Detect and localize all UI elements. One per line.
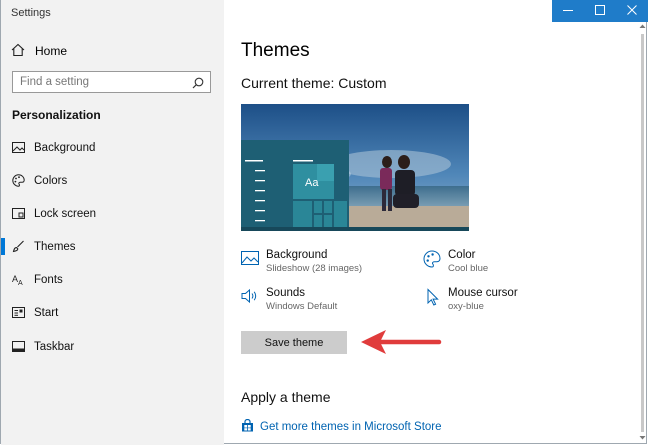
property-sounds[interactable]: Sounds Windows Default: [241, 286, 337, 314]
property-background[interactable]: Background Slideshow (28 images): [241, 248, 362, 276]
home-label: Home: [35, 44, 68, 58]
minimize-icon: [563, 2, 573, 20]
property-value: oxy-blue: [448, 301, 484, 312]
svg-text:A: A: [18, 280, 23, 286]
sidebar-item-taskbar[interactable]: Taskbar: [1, 330, 224, 363]
property-label: Sounds: [266, 287, 306, 299]
apply-theme-heading: Apply a theme: [241, 389, 331, 405]
settings-window: Settings Home Find a setting Personaliza…: [0, 0, 648, 445]
store-themes-link[interactable]: Get more themes in Microsoft Store: [241, 418, 442, 435]
search-icon[interactable]: [192, 76, 204, 94]
page-title: Themes: [241, 40, 310, 61]
cursor-icon: [423, 288, 441, 306]
brush-icon: [11, 240, 25, 254]
palette-icon: [11, 174, 25, 188]
app-title: Settings: [11, 7, 51, 19]
maximize-button[interactable]: [584, 0, 616, 22]
close-button[interactable]: [616, 0, 648, 22]
property-label: Mouse cursor: [448, 287, 518, 299]
sidebar-item-themes[interactable]: Themes: [1, 230, 224, 263]
close-icon: [627, 2, 637, 20]
title-bar: [225, 0, 648, 22]
sidebar-item-label: Themes: [34, 240, 76, 253]
save-theme-button[interactable]: Save theme: [241, 331, 347, 354]
picture-icon: [241, 250, 259, 268]
sidebar: Settings Home Find a setting Personaliza…: [1, 0, 224, 445]
speaker-icon: [241, 288, 259, 306]
sidebar-item-lock-screen[interactable]: Lock screen: [1, 197, 224, 230]
sidebar-item-label: Start: [34, 306, 59, 319]
start-icon: [11, 306, 25, 320]
sidebar-item-label: Background: [34, 141, 96, 154]
font-icon: AA: [11, 273, 25, 287]
sidebar-item-background[interactable]: Background: [1, 131, 224, 164]
preview-sample-text: Aa: [305, 177, 319, 189]
theme-preview-image: Aa: [241, 104, 469, 231]
property-label: Background: [266, 249, 328, 261]
current-theme-heading: Current theme: Custom: [241, 75, 387, 91]
sidebar-item-label: Colors: [34, 174, 68, 187]
property-label: Color: [448, 249, 476, 261]
store-link-label: Get more themes in Microsoft Store: [260, 421, 442, 433]
sidebar-item-label: Lock screen: [34, 207, 97, 220]
property-value: Cool blue: [448, 263, 489, 274]
sidebar-item-start[interactable]: Start: [1, 296, 224, 329]
property-value: Windows Default: [266, 301, 338, 312]
theme-preview: Aa: [241, 104, 469, 231]
store-bag-icon: [241, 418, 260, 435]
taskbar-icon: [11, 340, 25, 354]
maximize-icon: [595, 2, 605, 20]
sidebar-item-label: Taskbar: [34, 340, 75, 353]
picture-icon: [11, 141, 25, 155]
sidebar-item-colors[interactable]: Colors: [1, 164, 224, 197]
search-input[interactable]: Find a setting: [12, 71, 211, 93]
sidebar-item-fonts[interactable]: AA Fonts: [1, 263, 224, 296]
property-value: Slideshow (28 images): [266, 263, 363, 274]
property-color[interactable]: Color Cool blue: [423, 248, 488, 276]
property-mouse-cursor[interactable]: Mouse cursor oxy-blue: [423, 286, 518, 314]
home-icon: [11, 43, 35, 60]
home-link[interactable]: Home: [11, 40, 67, 62]
section-title: Personalization: [12, 108, 101, 122]
lock-screen-icon: [11, 207, 25, 221]
caption-buttons: [552, 0, 648, 22]
scrollbar[interactable]: [638, 22, 647, 442]
minimize-button[interactable]: [552, 0, 584, 22]
annotation-arrow-icon: [361, 330, 442, 354]
sidebar-item-label: Fonts: [34, 273, 63, 286]
palette-icon: [423, 250, 441, 268]
search-placeholder: Find a setting: [20, 76, 90, 88]
